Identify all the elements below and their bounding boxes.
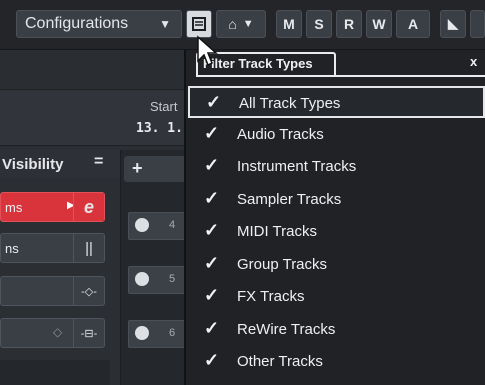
checkmark-icon: ✓ — [204, 285, 220, 305]
checkmark-icon: ✓ — [204, 122, 220, 143]
edit-icon[interactable]: e — [73, 193, 104, 221]
filter-item[interactable]: ✓ ReWire Tracks — [188, 314, 485, 346]
home-icon: ⌂ — [228, 16, 237, 32]
checkmark-icon: ✓ — [204, 155, 220, 175]
track-row[interactable]: 6 — [128, 320, 190, 348]
menu-icon[interactable]: = — [94, 153, 103, 171]
configurations-label: Configurations — [25, 15, 129, 32]
filter-item-label: ReWire Tracks — [237, 320, 336, 338]
snapshot-dropdown[interactable]: ⌂ ▼ — [216, 10, 266, 38]
checkmark-icon: ✓ — [204, 317, 220, 338]
filter-item-label: Audio Tracks — [237, 125, 324, 143]
track-knob-icon — [135, 218, 149, 232]
more-button[interactable] — [470, 10, 485, 38]
checkmark-icon: ✓ — [206, 92, 222, 112]
ruler-bar — [0, 50, 190, 90]
chevron-down-icon: ▼ — [159, 17, 171, 31]
filter-item-label: Other Tracks — [237, 353, 323, 370]
solo-button[interactable]: S — [306, 10, 332, 38]
diamond-icon[interactable]: -◇- — [73, 277, 104, 305]
filter-item[interactable]: ✓ FX Tracks — [188, 281, 485, 313]
marker-button[interactable]: ◣ — [440, 10, 466, 38]
flag-icon: ◣ — [448, 16, 458, 31]
filter-item-label: Sampler Tracks — [237, 190, 342, 208]
filter-item[interactable]: ✓ MIDI Tracks — [188, 216, 485, 248]
visibility-title: Visibility — [2, 156, 64, 173]
start-label: Start — [150, 99, 178, 114]
filter-item-label: Instrument Tracks — [237, 158, 357, 175]
configurations-dropdown[interactable]: Configurations ▼ — [16, 10, 182, 38]
track-row[interactable]: 5 — [128, 266, 190, 294]
read-button[interactable]: A — [396, 10, 430, 38]
visibility-row-drums[interactable]: ms ▶ e — [0, 192, 105, 222]
visibility-footer — [0, 360, 110, 385]
checkmark-icon: ✓ — [204, 252, 220, 273]
popup-title: Filter Track Types — [203, 56, 313, 71]
filter-item[interactable]: ✓ Audio Tracks — [188, 119, 485, 151]
checkmark-icon: ✓ — [204, 220, 220, 240]
chevron-down-icon: ▼ — [242, 18, 254, 30]
filter-item-label: Group Tracks — [237, 255, 328, 273]
track-knob-icon — [135, 272, 149, 286]
filter-item[interactable]: ✓ Sampler Tracks — [188, 184, 485, 216]
filter-item-label: MIDI Tracks — [237, 223, 318, 240]
record-button[interactable]: R — [336, 10, 362, 38]
filter-item-label: FX Tracks — [237, 288, 305, 305]
mute-button[interactable]: M — [276, 10, 302, 38]
filter-item[interactable]: ✓ Instrument Tracks — [188, 151, 485, 183]
filter-item[interactable]: ✓ Group Tracks — [188, 249, 485, 281]
visibility-row-3[interactable]: -◇- — [0, 276, 105, 306]
meter-icon[interactable]: || — [73, 234, 104, 262]
filter-item-label: All Track Types — [239, 95, 341, 112]
mouse-cursor-icon — [197, 35, 218, 67]
visibility-row-4[interactable]: ◇ -⊟- — [0, 318, 105, 348]
track-knob-icon — [135, 326, 149, 340]
add-track-button[interactable]: + — [132, 158, 143, 179]
fader-icon[interactable]: -⊟- — [73, 319, 104, 347]
filter-item[interactable]: ✓ All Track Types — [188, 86, 485, 118]
checkmark-icon: ✓ — [204, 187, 220, 208]
diamond-outline-icon: ◇ — [53, 325, 63, 339]
start-value[interactable]: 13. 1. — [136, 121, 183, 136]
close-icon[interactable]: x — [470, 54, 477, 69]
write-button[interactable]: W — [366, 10, 392, 38]
filter-item[interactable]: ✓ Other Tracks — [188, 346, 485, 378]
list-icon — [192, 17, 206, 31]
visibility-row-instruments[interactable]: ns || — [0, 233, 105, 263]
track-row[interactable]: 4 — [128, 212, 190, 240]
track-filter-button[interactable] — [186, 10, 212, 38]
checkmark-icon: ✓ — [204, 350, 220, 370]
